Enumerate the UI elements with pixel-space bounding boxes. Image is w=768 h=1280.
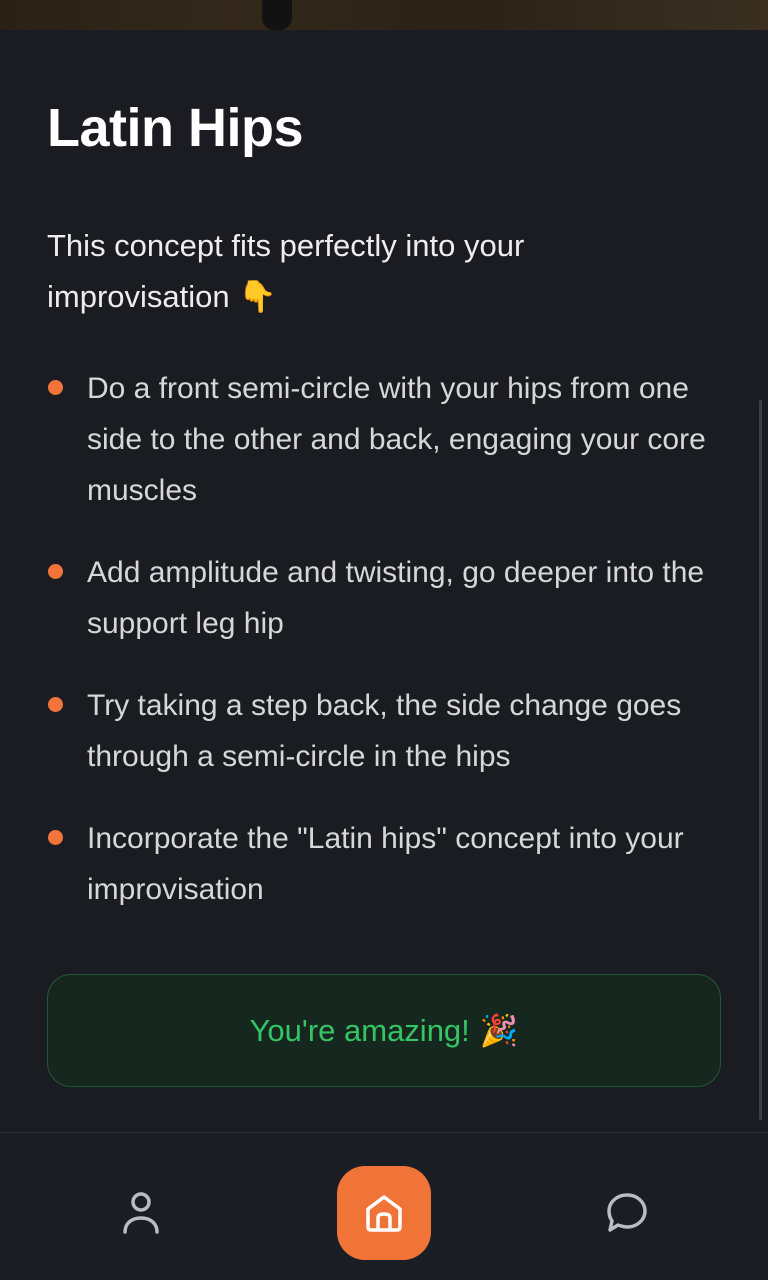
home-icon: [366, 1195, 402, 1232]
bullet-dot-icon: [48, 564, 63, 579]
youre-amazing-button[interactable]: You're amazing! 🎉: [47, 974, 721, 1087]
step-text: Do a front semi-circle with your hips fr…: [87, 372, 706, 507]
list-item: Add amplitude and twisting, go deeper in…: [47, 547, 727, 649]
lesson-intro: This concept fits perfectly into your im…: [47, 220, 667, 323]
cta-label: You're amazing!: [249, 1012, 470, 1048]
bullet-dot-icon: [48, 697, 63, 712]
bottom-navigation: [0, 1132, 768, 1280]
step-text: Add amplitude and twisting, go deeper in…: [87, 556, 705, 640]
scrollbar[interactable]: [759, 400, 762, 1120]
list-item: Incorporate the "Latin hips" concept int…: [47, 813, 727, 915]
lesson-intro-text: This concept fits perfectly into your im…: [47, 228, 525, 314]
step-text: Incorporate the "Latin hips" concept int…: [87, 822, 684, 906]
nav-chat-button[interactable]: [602, 1188, 652, 1238]
pointing-down-emoji-icon: 👇: [238, 279, 277, 315]
page-title: Latin Hips: [47, 98, 304, 158]
steps-list: Do a front semi-circle with your hips fr…: [47, 363, 727, 915]
bullet-dot-icon: [48, 380, 63, 395]
list-item: Try taking a step back, the side change …: [47, 680, 727, 782]
profile-icon: [123, 1192, 159, 1234]
nav-profile-button[interactable]: [116, 1188, 166, 1238]
lesson-screen: Latin Hips This concept fits perfectly i…: [0, 0, 768, 1280]
step-text: Try taking a step back, the side change …: [87, 689, 682, 773]
hero-image: [0, 0, 768, 30]
party-popper-emoji-icon: 🎉: [479, 1013, 519, 1049]
bullet-dot-icon: [48, 830, 63, 845]
hero-image-detail: [262, 0, 292, 30]
lesson-content: Latin Hips This concept fits perfectly i…: [47, 96, 727, 946]
chat-icon: [607, 1193, 647, 1232]
list-item: Do a front semi-circle with your hips fr…: [47, 363, 727, 516]
nav-home-button[interactable]: [337, 1166, 431, 1260]
